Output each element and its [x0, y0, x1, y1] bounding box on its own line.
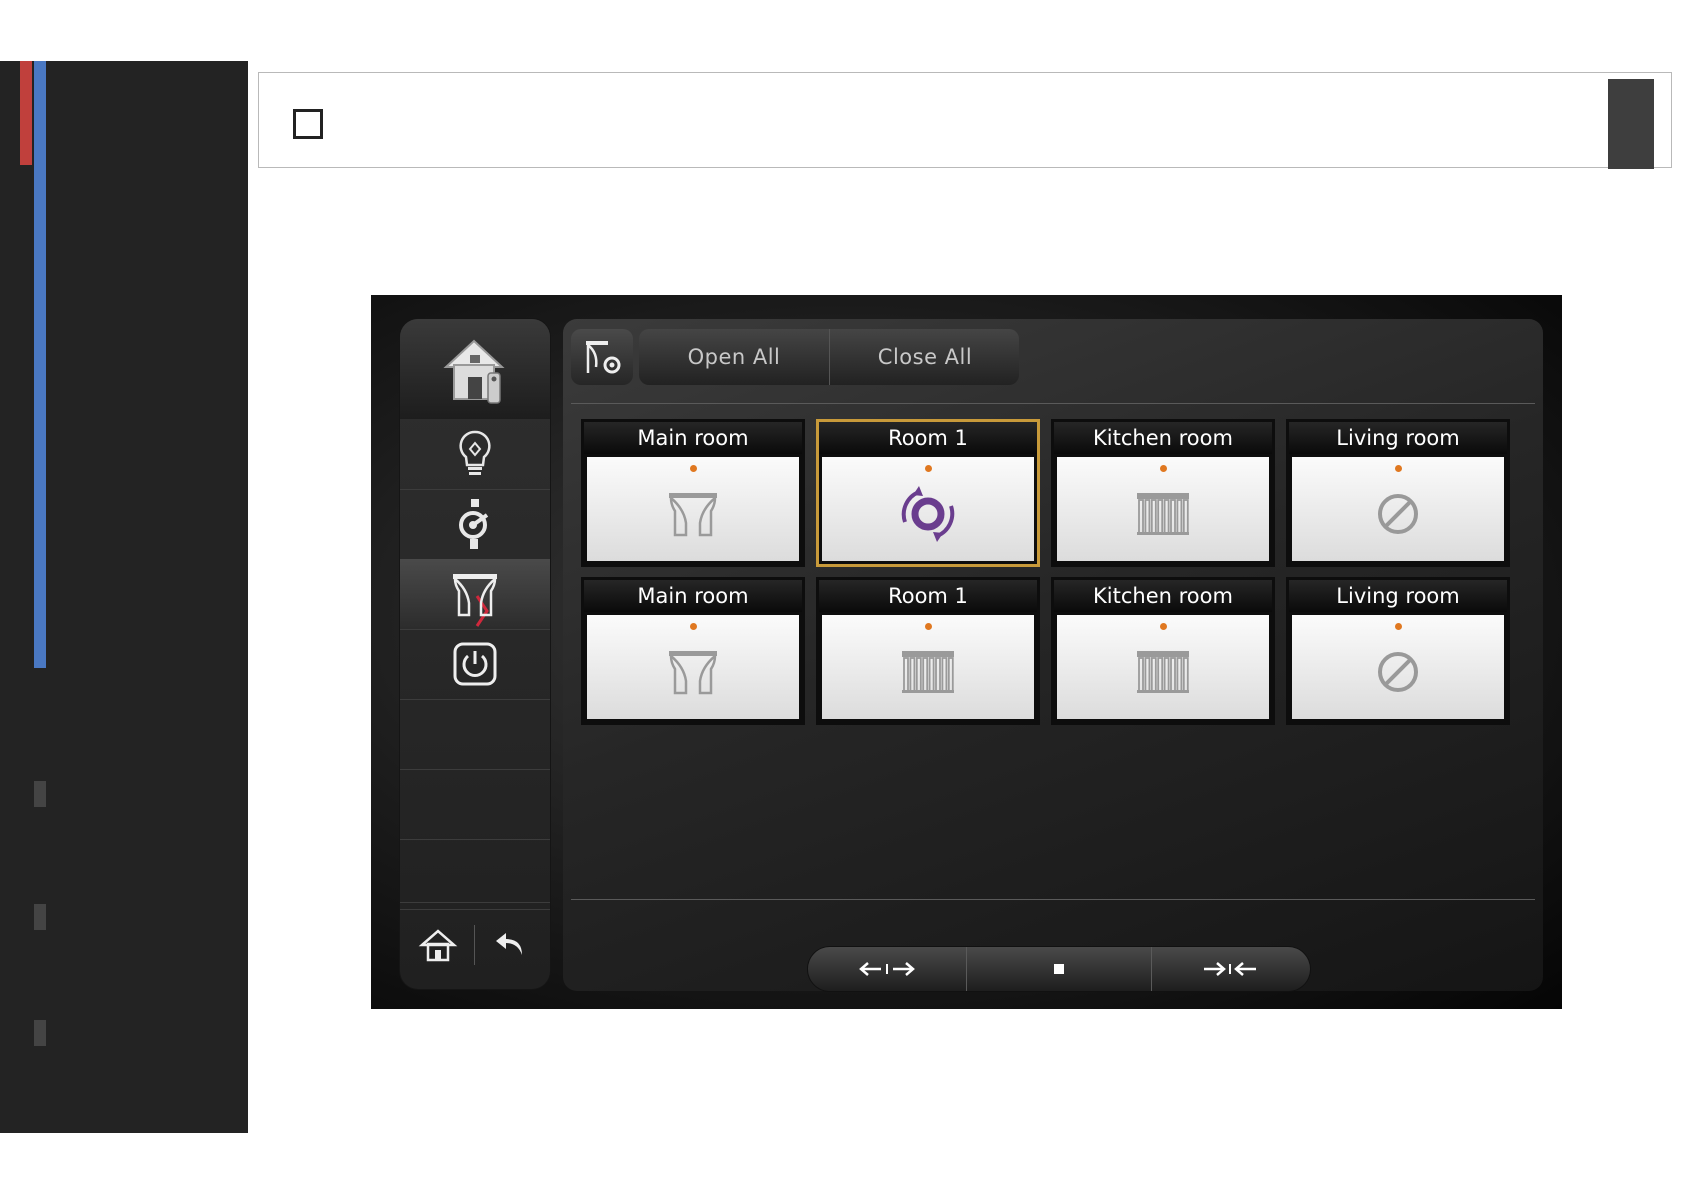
room-status-area[interactable]: [1057, 615, 1269, 719]
nav-empty-slot: [400, 769, 550, 840]
room-tile[interactable]: Main room: [581, 577, 805, 725]
panel-divider: [571, 899, 1535, 900]
footer-separator: [474, 925, 475, 965]
nav-empty-slot: [400, 699, 550, 770]
light-bulb-icon: [459, 430, 491, 475]
back-arrow-icon: [496, 933, 522, 955]
side-navigation: [400, 319, 550, 989]
room-tile[interactable]: Kitchen room: [1051, 577, 1275, 725]
nav-home-remote[interactable]: [400, 319, 550, 419]
room-status-area[interactable]: [822, 615, 1034, 719]
nav-curtains[interactable]: [400, 559, 550, 630]
toolbar-buttons: Open All Close All: [639, 329, 1019, 385]
status-dot: [1395, 465, 1402, 472]
room-status-area[interactable]: [587, 615, 799, 719]
room-label: Kitchen room: [1054, 580, 1272, 612]
status-dot: [690, 465, 697, 472]
home-remote-icon: [443, 339, 505, 404]
stop-icon: [1054, 964, 1064, 974]
nav-power[interactable]: [400, 629, 550, 700]
room-status-area[interactable]: [587, 457, 799, 561]
room-label: Kitchen room: [1054, 422, 1272, 454]
arrows-outward-icon: [859, 962, 915, 976]
back-button[interactable]: [482, 925, 542, 969]
room-label: Main room: [584, 580, 802, 612]
curtain-icon: [453, 574, 497, 617]
curtain-settings-button[interactable]: [571, 329, 633, 385]
curtain-motion-controls: [808, 947, 1310, 991]
scroll-thumb[interactable]: [1608, 79, 1654, 169]
nav-climate[interactable]: [400, 489, 550, 560]
home-button[interactable]: [408, 925, 468, 969]
nav-lighting[interactable]: [400, 419, 550, 490]
sidebar-marker: [34, 904, 46, 930]
curtain-control-panel: Open All Close All Main room Room 1 Kitche…: [563, 319, 1543, 991]
device-screenshot: Open All Close All Main room Room 1 Kitche…: [371, 295, 1562, 1009]
room-label: Living room: [1289, 422, 1507, 454]
home-icon: [418, 929, 458, 962]
status-dot: [1395, 623, 1402, 630]
status-dot: [925, 623, 932, 630]
room-label: Room 1: [819, 422, 1037, 454]
room-status-area[interactable]: [1292, 457, 1504, 561]
room-label: Living room: [1289, 580, 1507, 612]
nav-footer: [400, 902, 550, 989]
sidebar-red-marker: [20, 61, 32, 165]
panel-divider: [571, 403, 1535, 404]
sidebar-blue-scroll-indicator[interactable]: [34, 61, 46, 668]
select-checkbox[interactable]: [293, 109, 323, 139]
status-dot: [1160, 623, 1167, 630]
room-tile[interactable]: Living room: [1286, 419, 1510, 567]
status-dot: [1160, 465, 1167, 472]
status-dot: [925, 465, 932, 472]
room-tile[interactable]: Living room: [1286, 577, 1510, 725]
top-bar: [258, 72, 1672, 169]
room-status-area[interactable]: [1292, 615, 1504, 719]
climate-icon: [459, 499, 489, 549]
nav-empty-slot: [400, 839, 550, 910]
room-status-area[interactable]: [822, 457, 1034, 561]
curtain-settings-icon: [586, 341, 621, 374]
power-icon: [453, 642, 497, 686]
arrows-inward-icon: [1204, 962, 1256, 976]
room-label: Room 1: [819, 580, 1037, 612]
room-status-area[interactable]: [1057, 457, 1269, 561]
sidebar-marker: [34, 1020, 46, 1046]
stop-curtain-button[interactable]: [966, 947, 1152, 991]
room-tile[interactable]: Room 1: [816, 577, 1040, 725]
room-tile[interactable]: Room 1: [816, 419, 1040, 567]
room-label: Main room: [584, 422, 802, 454]
status-dot: [690, 623, 697, 630]
room-tile[interactable]: Kitchen room: [1051, 419, 1275, 567]
room-tile[interactable]: Main room: [581, 419, 805, 567]
open-curtain-button[interactable]: [808, 947, 966, 991]
sidebar-marker: [34, 781, 46, 807]
close-curtain-button[interactable]: [1150, 947, 1310, 991]
open-all-button[interactable]: Open All: [639, 329, 829, 385]
close-all-button[interactable]: Close All: [829, 329, 1020, 385]
